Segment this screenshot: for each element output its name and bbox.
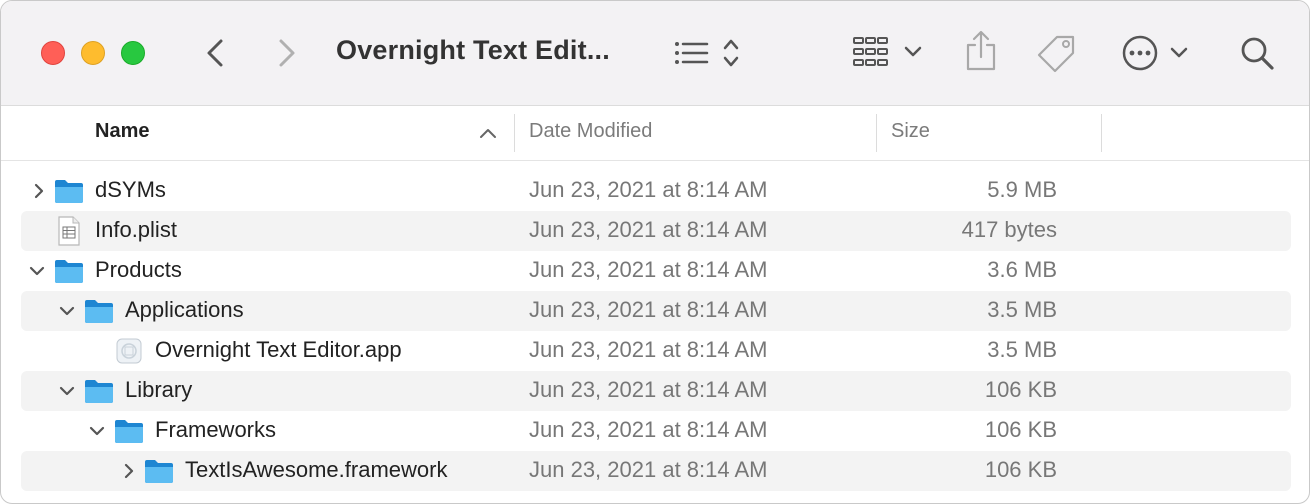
file-size: 5.9 MB bbox=[987, 177, 1057, 202]
folder-icon bbox=[115, 420, 143, 443]
list-item[interactable]: Overnight Text Editor.app Jun 23, 2021 a… bbox=[1, 331, 1309, 371]
disclosure-expanded-icon[interactable] bbox=[27, 261, 47, 281]
plist-document-icon bbox=[58, 216, 80, 246]
file-size: 417 bytes bbox=[961, 217, 1057, 242]
column-header-name[interactable]: Name bbox=[95, 120, 149, 143]
back-chevron-icon[interactable] bbox=[201, 37, 229, 69]
minimize-button[interactable] bbox=[81, 41, 105, 65]
file-name: Frameworks bbox=[155, 417, 277, 442]
app-icon bbox=[116, 338, 142, 364]
date-modified: Jun 23, 2021 at 8:14 AM bbox=[529, 257, 768, 282]
folder-icon bbox=[85, 380, 113, 403]
disclosure-collapsed-icon[interactable] bbox=[29, 181, 49, 201]
finder-window: Overnight Text Edit... Name Date Modifie… bbox=[0, 0, 1310, 504]
list-item[interactable]: Library Jun 23, 2021 at 8:14 AM 106 KB bbox=[1, 371, 1309, 411]
date-modified: Jun 23, 2021 at 8:14 AM bbox=[529, 457, 768, 482]
folder-icon bbox=[55, 180, 83, 203]
window-title: Overnight Text Edit... bbox=[336, 35, 610, 65]
sort-ascending-icon[interactable] bbox=[479, 126, 497, 140]
disclosure-expanded-icon[interactable] bbox=[57, 381, 77, 401]
file-name: Info.plist bbox=[95, 217, 177, 242]
list-item[interactable]: Applications Jun 23, 2021 at 8:14 AM 3.5… bbox=[1, 291, 1309, 331]
list-view-icon[interactable] bbox=[671, 37, 743, 69]
list-item[interactable]: Frameworks Jun 23, 2021 at 8:14 AM 106 K… bbox=[1, 411, 1309, 451]
folder-icon bbox=[55, 260, 83, 283]
column-divider[interactable] bbox=[876, 114, 877, 152]
file-name: dSYMs bbox=[95, 177, 166, 202]
date-modified: Jun 23, 2021 at 8:14 AM bbox=[529, 217, 768, 242]
zoom-button[interactable] bbox=[121, 41, 145, 65]
date-modified: Jun 23, 2021 at 8:14 AM bbox=[529, 417, 768, 442]
disclosure-expanded-icon[interactable] bbox=[87, 421, 107, 441]
file-size: 3.5 MB bbox=[987, 337, 1057, 362]
file-size: 106 KB bbox=[984, 457, 1057, 482]
disclosure-expanded-icon[interactable] bbox=[57, 301, 77, 321]
file-name: TextIsAwesome.framework bbox=[185, 457, 448, 482]
grid-icon[interactable] bbox=[851, 35, 927, 71]
list-item[interactable]: Info.plist Jun 23, 2021 at 8:14 AM 417 b… bbox=[1, 211, 1309, 251]
column-divider[interactable] bbox=[1101, 114, 1102, 152]
toolbar: Overnight Text Edit... bbox=[1, 1, 1309, 106]
share-icon[interactable] bbox=[963, 29, 999, 73]
column-header-size[interactable]: Size bbox=[891, 120, 930, 143]
file-name: Library bbox=[125, 377, 193, 402]
forward-chevron-icon[interactable] bbox=[273, 37, 301, 69]
list-item[interactable]: TextIsAwesome.framework Jun 23, 2021 at … bbox=[1, 451, 1309, 491]
date-modified: Jun 23, 2021 at 8:14 AM bbox=[529, 337, 768, 362]
file-size: 3.6 MB bbox=[987, 257, 1057, 282]
tag-icon[interactable] bbox=[1035, 33, 1079, 73]
close-button[interactable] bbox=[41, 41, 65, 65]
file-name: Products bbox=[95, 257, 182, 282]
file-size: 106 KB bbox=[984, 377, 1057, 402]
date-modified: Jun 23, 2021 at 8:14 AM bbox=[529, 297, 768, 322]
file-size: 106 KB bbox=[984, 417, 1057, 442]
column-divider[interactable] bbox=[514, 114, 515, 152]
date-modified: Jun 23, 2021 at 8:14 AM bbox=[529, 377, 768, 402]
file-name: Overnight Text Editor.app bbox=[155, 337, 402, 362]
file-name: Applications bbox=[125, 297, 244, 322]
folder-icon bbox=[85, 300, 113, 323]
date-modified: Jun 23, 2021 at 8:14 AM bbox=[529, 177, 768, 202]
column-header-bar: Name Date Modified Size bbox=[1, 106, 1309, 161]
list-item[interactable]: Products Jun 23, 2021 at 8:14 AM 3.6 MB bbox=[1, 251, 1309, 291]
column-header-date-modified[interactable]: Date Modified bbox=[529, 120, 652, 143]
search-icon[interactable] bbox=[1239, 35, 1277, 73]
file-size: 3.5 MB bbox=[987, 297, 1057, 322]
list-item[interactable]: dSYMs Jun 23, 2021 at 8:14 AM 5.9 MB bbox=[1, 171, 1309, 211]
ellipsis-circle-icon[interactable] bbox=[1121, 33, 1193, 73]
folder-icon bbox=[145, 460, 173, 483]
disclosure-collapsed-icon[interactable] bbox=[119, 461, 139, 481]
